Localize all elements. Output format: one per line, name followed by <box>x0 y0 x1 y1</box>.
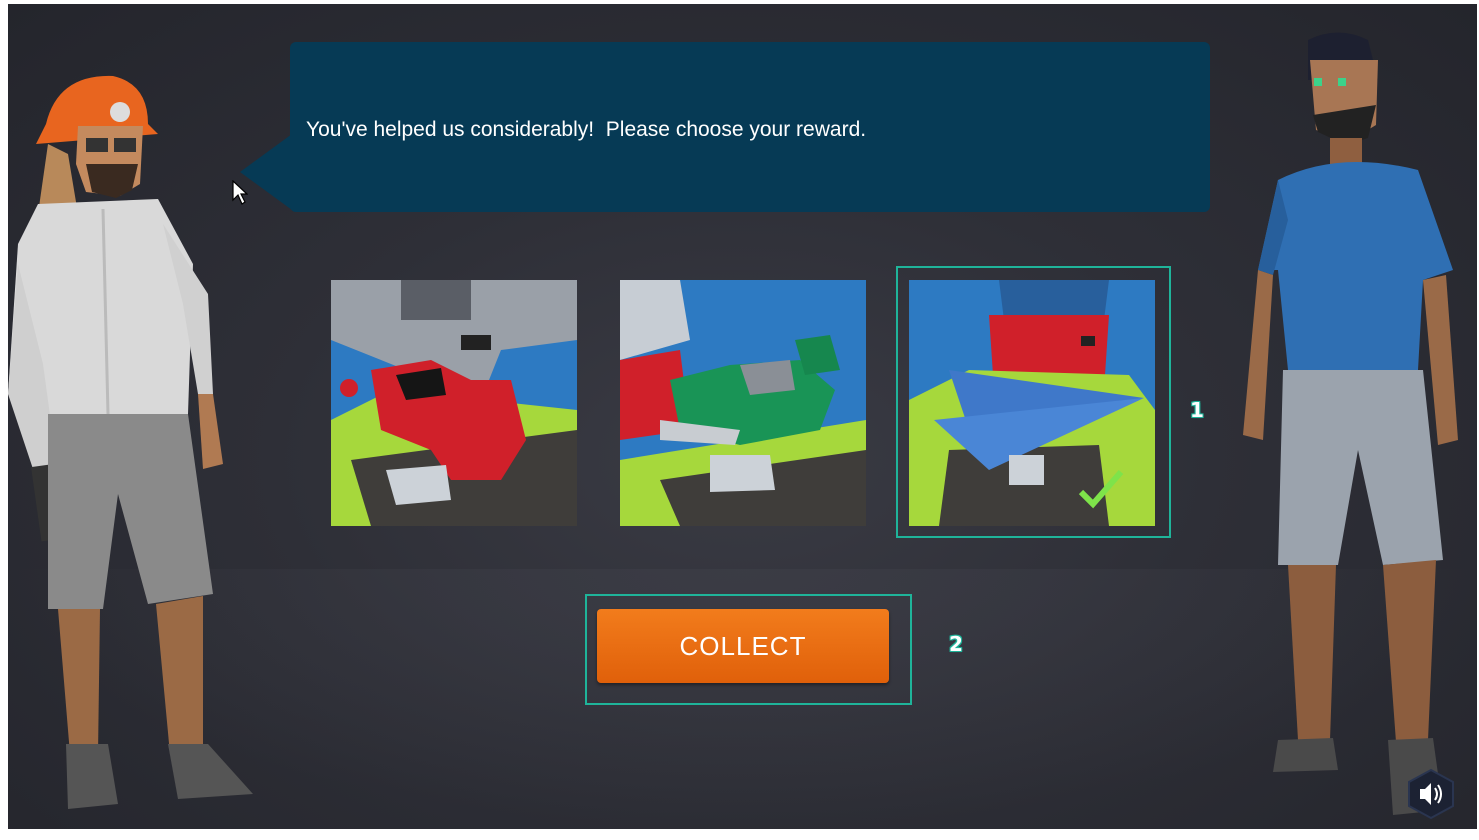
reward-card-motorcycle[interactable] <box>620 280 866 526</box>
reward-card-scooter[interactable] <box>331 280 577 526</box>
dialog-text: You've helped us considerably! Please ch… <box>306 118 867 141</box>
motorcycle-image <box>620 280 866 526</box>
mouse-cursor-icon <box>232 180 248 205</box>
step-marker-2: 2 <box>949 632 963 656</box>
game-stage: You've helped us considerably! Please ch… <box>8 4 1477 829</box>
speech-bubble: You've helped us considerably! Please ch… <box>290 42 1210 212</box>
selection-highlight <box>896 266 1171 538</box>
townsperson-character <box>1243 32 1458 815</box>
step-marker-1: 1 <box>1190 398 1204 422</box>
collect-button[interactable]: COLLECT <box>597 609 889 683</box>
scooter-image <box>331 280 577 526</box>
speaker-icon[interactable] <box>1406 768 1456 820</box>
